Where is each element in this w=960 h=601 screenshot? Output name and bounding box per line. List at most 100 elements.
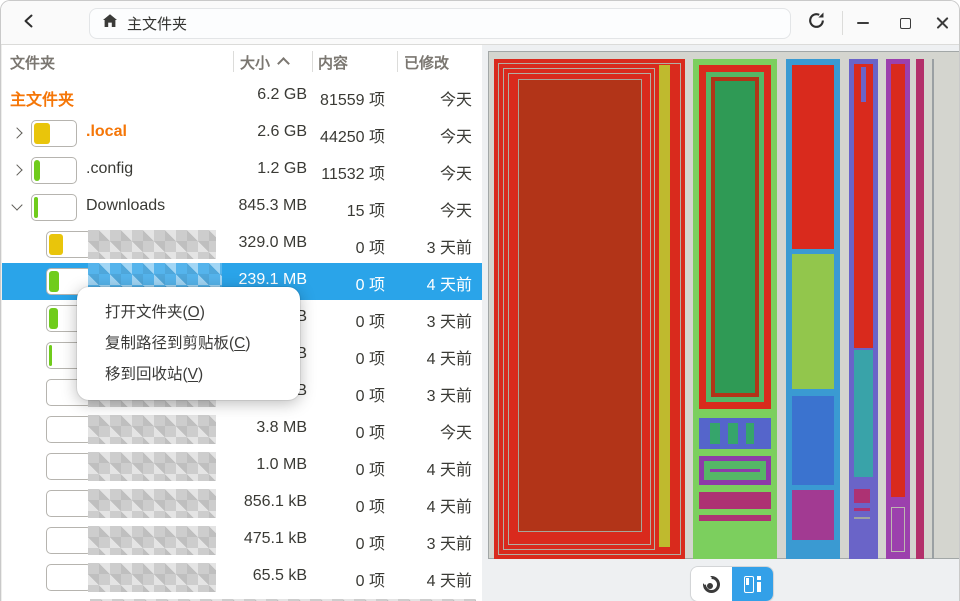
titlebar: 主文件夹 (1, 1, 959, 45)
chart-panel (482, 45, 959, 601)
menu-item[interactable]: 复制路径到剪贴板(C) (77, 328, 300, 359)
rings-view-button[interactable] (691, 567, 732, 601)
modified-cell: 今天 (439, 203, 472, 220)
maximize-icon (899, 17, 911, 29)
treemap-block (710, 469, 760, 472)
view-toggle (691, 567, 773, 601)
modified-cell: 3 天前 (426, 240, 472, 257)
contents-cell: 0 项 (355, 277, 385, 294)
treemap-col-4[interactable] (849, 59, 878, 559)
chevron-down-icon[interactable] (11, 199, 23, 211)
treemap-block (711, 77, 759, 397)
path-label: 主文件夹 (127, 16, 188, 33)
table-row[interactable]: .config 1.2 GB 11532 项 今天 (2, 152, 482, 189)
censored-name (88, 563, 216, 592)
table-row[interactable]: 329.0 MB 0 项 3 天前 (2, 226, 482, 263)
treemap-block (792, 65, 834, 249)
contents-cell: 15 项 (346, 203, 385, 220)
treemap-block (699, 456, 771, 485)
contents-cell: 11532 项 (321, 166, 385, 183)
modified-cell: 4 天前 (426, 351, 472, 368)
column-separator[interactable] (312, 51, 313, 72)
contents-cell: 0 项 (355, 314, 385, 331)
table-row[interactable] (2, 596, 482, 601)
censored-name (88, 526, 216, 555)
back-button[interactable] (13, 7, 45, 39)
usage-bar (46, 231, 92, 258)
treemap-canvas[interactable] (488, 51, 959, 559)
censored-name (88, 415, 216, 444)
treemap-block (861, 67, 866, 102)
modified-cell: 今天 (439, 166, 472, 183)
menu-item[interactable]: 打开文件夹(O) (77, 297, 300, 328)
treemap-block (854, 517, 870, 519)
folder-name: 主文件夹 (10, 92, 75, 109)
contents-cell: 0 项 (355, 351, 385, 368)
column-header-contents[interactable]: 内容 (318, 52, 348, 73)
modified-cell: 3 天前 (426, 536, 472, 553)
treemap-block (891, 507, 905, 552)
modified-cell: 今天 (439, 92, 472, 109)
titlebar-separator (842, 11, 843, 35)
usage-bar (46, 453, 92, 480)
column-header-size[interactable]: 大小 (240, 52, 270, 73)
table-row[interactable]: 856.1 kB 0 项 4 天前 (2, 485, 482, 522)
treemap-block (854, 350, 873, 477)
modified-cell: 3 天前 (426, 314, 472, 331)
maximize-button[interactable] (889, 7, 921, 39)
table-row[interactable]: .local 2.6 GB 44250 项 今天 (2, 115, 482, 152)
column-separator[interactable] (397, 51, 398, 72)
treemap-col-1[interactable] (494, 59, 685, 559)
censored-name (88, 230, 216, 259)
back-icon (21, 13, 37, 34)
usage-bar (46, 490, 92, 517)
treemap-view-button[interactable] (732, 567, 773, 601)
size-cell: 845.3 MB (238, 197, 307, 214)
table-row[interactable]: 3.8 MB 0 项 今天 (2, 411, 482, 448)
treemap-block (746, 423, 754, 444)
close-button[interactable] (927, 7, 959, 39)
treemap-col-5[interactable] (886, 59, 910, 559)
usage-bar (31, 157, 77, 184)
table-row[interactable]: 65.5 kB 0 项 4 天前 (2, 559, 482, 596)
contents-cell: 0 项 (355, 388, 385, 405)
column-separator[interactable] (233, 51, 234, 72)
refresh-button[interactable] (800, 7, 832, 39)
modified-cell: 4 天前 (426, 462, 472, 479)
menu-item[interactable]: 移到回收站(V) (77, 359, 300, 390)
chevron-right-icon[interactable] (11, 164, 23, 176)
treemap-block (659, 65, 670, 547)
size-cell: 329.0 MB (238, 234, 307, 251)
context-menu: 打开文件夹(O) 复制路径到剪贴板(C) 移到回收站(V) (77, 287, 300, 400)
tree-header: 文件夹 大小 内容 已修改 (2, 45, 482, 78)
column-header-folder[interactable]: 文件夹 (10, 52, 55, 73)
censored-name (88, 452, 216, 481)
rings-chart-icon (697, 570, 720, 593)
column-header-modified[interactable]: 已修改 (404, 52, 449, 73)
treemap-col-6[interactable] (916, 59, 924, 559)
folder-name: .local (86, 123, 127, 140)
sort-ascending-icon (277, 57, 290, 70)
modified-cell: 今天 (439, 425, 472, 442)
contents-cell: 81559 项 (320, 92, 385, 109)
treemap-col-2[interactable] (693, 59, 777, 559)
treemap-hairline[interactable] (932, 59, 934, 559)
table-row[interactable]: 主文件夹 6.2 GB 81559 项 今天 (2, 78, 482, 115)
treemap-col-3[interactable] (786, 59, 840, 559)
treemap-block (706, 72, 764, 402)
path-bar[interactable]: 主文件夹 (89, 8, 791, 39)
treemap-block (518, 79, 642, 532)
home-icon (102, 13, 118, 34)
table-row[interactable]: Downloads 845.3 MB 15 项 今天 (2, 189, 482, 226)
treemap-block (699, 515, 771, 521)
size-cell: 475.1 kB (243, 530, 307, 547)
treemap-block (792, 396, 834, 485)
table-row[interactable]: 475.1 kB 0 项 3 天前 (2, 522, 482, 559)
minimize-button[interactable] (847, 7, 879, 39)
treemap-chart-icon (744, 575, 761, 593)
table-row[interactable]: 1.0 MB 0 项 4 天前 (2, 448, 482, 485)
modified-cell: 4 天前 (426, 499, 472, 516)
size-cell: 6.2 GB (257, 86, 307, 103)
chevron-right-icon[interactable] (11, 127, 23, 139)
treemap-block (792, 254, 834, 389)
